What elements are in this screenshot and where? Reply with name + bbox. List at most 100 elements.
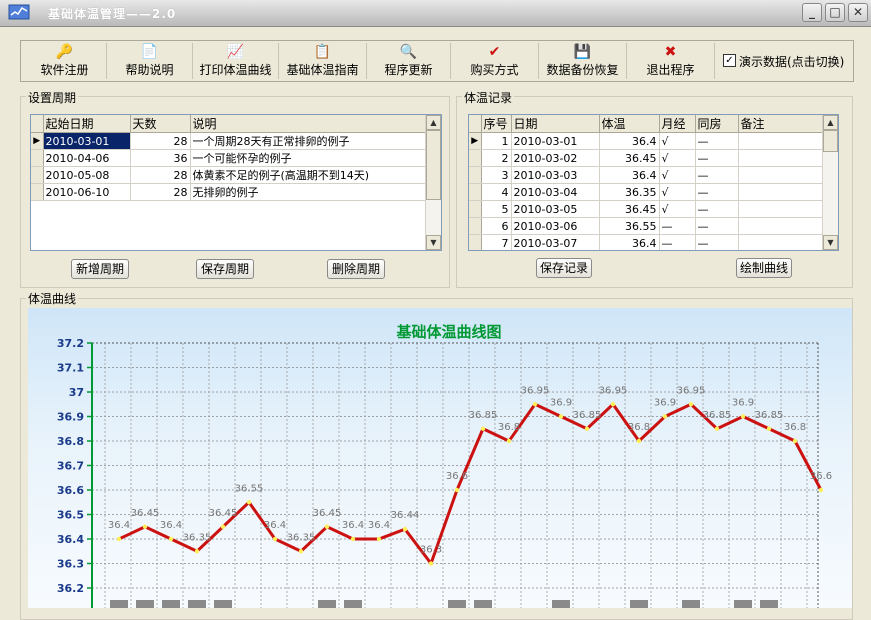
minimize-button[interactable]: _ [802, 3, 822, 22]
scroll-up-icon[interactable]: ▲ [823, 115, 838, 130]
data-point [480, 426, 486, 431]
records-grid[interactable]: 序号 日期 体温 月经 同房 备注 ▶ 1 2010-03-01 36.4 √ … [468, 114, 839, 251]
y-tick-label: 36.3 [57, 558, 84, 571]
maximize-button[interactable]: □ [825, 3, 845, 22]
data-point [298, 549, 304, 554]
floppy-disk-icon: 💾 [573, 44, 592, 60]
delete-cycle-button[interactable]: 删除周期 [327, 259, 385, 279]
data-point [324, 524, 330, 529]
data-point [116, 536, 122, 542]
table-row[interactable]: 7 2010-03-07 36.4 — — [469, 234, 825, 250]
document-icon: 📄 [140, 44, 159, 60]
data-point [792, 438, 798, 444]
y-tick-label: 36.9 [57, 411, 84, 424]
maximize-icon: □ [829, 5, 841, 19]
header-indicator [31, 115, 44, 133]
chart-axes: 37.2 37.1 37 36.9 36.8 36.7 36.6 36.5 36.4 36.3 36… [57, 337, 93, 608]
register-button[interactable]: 🔑 软件注册 [23, 43, 107, 79]
data-label: 36.35 [183, 532, 212, 543]
checkbox-check-icon: ✓ [723, 54, 736, 67]
col-start-date[interactable]: 起始日期 [43, 115, 131, 133]
day-marker [552, 600, 570, 608]
data-label: 36.35 [287, 532, 316, 543]
records-scrollbar[interactable]: ▲ ▼ [822, 115, 838, 250]
day-marker [474, 600, 492, 608]
data-point [740, 414, 746, 419]
table-row[interactable]: 6 2010-03-06 36.55 — — [469, 217, 825, 235]
data-point [194, 549, 200, 554]
col-no[interactable]: 序号 [481, 115, 512, 133]
data-point [610, 402, 616, 407]
data-point [636, 438, 642, 444]
scroll-thumb[interactable] [426, 130, 441, 200]
toolbar: 🔑 软件注册 📄 帮助说明 📈 打印体温曲线 📋 基础体温指南 🔍 程序更新 ✔… [20, 40, 854, 82]
draw-curve-button[interactable]: 绘制曲线 [736, 258, 792, 278]
table-row[interactable]: 2 2010-03-02 36.45 √ — [469, 149, 825, 167]
day-marker [214, 600, 232, 608]
day-marker [630, 600, 648, 608]
help-button[interactable]: 📄 帮助说明 [107, 43, 193, 79]
data-point [142, 524, 148, 529]
data-label: 36.85 [469, 410, 498, 421]
data-point [558, 414, 564, 419]
table-row[interactable]: ▶ 1 2010-03-01 36.4 √ — [469, 132, 825, 150]
data-label: 36.4 [368, 520, 390, 531]
cycles-grid[interactable]: 起始日期 天数 说明 ▶ 2010-03-01 28 一个周期28天有正常排卵的… [30, 114, 442, 251]
save-record-button[interactable]: 保存记录 [536, 258, 592, 278]
purchase-button[interactable]: ✔ 购买方式 [451, 43, 539, 79]
data-label: 36.9 [654, 398, 676, 409]
scroll-down-icon[interactable]: ▼ [823, 235, 838, 250]
day-marker [162, 600, 180, 608]
col-sex[interactable]: 同房 [695, 115, 739, 133]
table-row[interactable]: 2010-06-10 28 无排卵的例子 [31, 183, 428, 201]
y-tick-label: 37 [69, 386, 84, 399]
table-row[interactable]: 3 2010-03-03 36.4 √ — [469, 166, 825, 184]
data-label: 36.4 [108, 520, 130, 531]
col-description[interactable]: 说明 [190, 115, 428, 133]
table-row[interactable]: 2010-04-06 36 一个可能怀孕的例子 [31, 149, 428, 167]
y-tick-label: 36.8 [57, 435, 84, 448]
data-point [454, 487, 460, 493]
title-bar: 基础体温管理——2.0 _ □ ✕ [0, 0, 871, 27]
close-button[interactable]: ✕ [848, 3, 868, 22]
temperature-chart: 基础体温曲线图 37.2 37.1 37 36.9 36.8 36.7 36.6 36.5 36… [28, 308, 852, 608]
save-cycle-button[interactable]: 保存周期 [196, 259, 254, 279]
data-point [350, 536, 356, 542]
print-curve-button[interactable]: 📈 打印体温曲线 [193, 43, 279, 79]
table-row[interactable]: 4 2010-03-04 36.35 √ — [469, 183, 825, 201]
data-point [272, 536, 278, 542]
update-button[interactable]: 🔍 程序更新 [367, 43, 451, 79]
cycles-table: 起始日期 天数 说明 ▶ 2010-03-01 28 一个周期28天有正常排卵的… [31, 115, 428, 201]
data-label: 36.9 [732, 398, 754, 409]
exit-button[interactable]: ✖ 退出程序 [627, 43, 715, 79]
data-label: 36.85 [573, 410, 602, 421]
data-label: 36.8 [784, 422, 806, 433]
key-icon: 🔑 [55, 44, 74, 60]
chart-series [116, 402, 824, 566]
data-point [532, 402, 538, 407]
col-temp[interactable]: 体温 [599, 115, 660, 133]
data-point [818, 487, 824, 493]
table-row[interactable]: 2010-05-08 28 体黄素不足的例子(高温期不到14天) [31, 166, 428, 184]
y-tick-label: 36.4 [57, 533, 84, 546]
demo-data-label: 演示数据(点击切换) [739, 55, 845, 69]
col-days[interactable]: 天数 [130, 115, 191, 133]
table-row[interactable]: 5 2010-03-05 36.45 √ — [469, 200, 825, 218]
table-row[interactable]: ▶ 2010-03-01 28 一个周期28天有正常排卵的例子 [31, 132, 428, 150]
scroll-up-icon[interactable]: ▲ [426, 115, 441, 130]
cycles-scrollbar[interactable]: ▲ ▼ [425, 115, 441, 250]
scroll-down-icon[interactable]: ▼ [426, 235, 441, 250]
col-date[interactable]: 日期 [511, 115, 600, 133]
data-point [246, 500, 252, 505]
day-marker [682, 600, 700, 608]
y-tick-label: 37.2 [57, 337, 84, 350]
col-note[interactable]: 备注 [738, 115, 825, 133]
add-cycle-button[interactable]: 新增周期 [71, 259, 129, 279]
minimize-icon: _ [809, 5, 815, 19]
col-mens[interactable]: 月经 [659, 115, 696, 133]
guide-button[interactable]: 📋 基础体温指南 [279, 43, 367, 79]
backup-button[interactable]: 💾 数据备份恢复 [539, 43, 627, 79]
scroll-thumb[interactable] [823, 130, 838, 152]
data-label: 36.9 [550, 398, 572, 409]
data-point [168, 536, 174, 542]
